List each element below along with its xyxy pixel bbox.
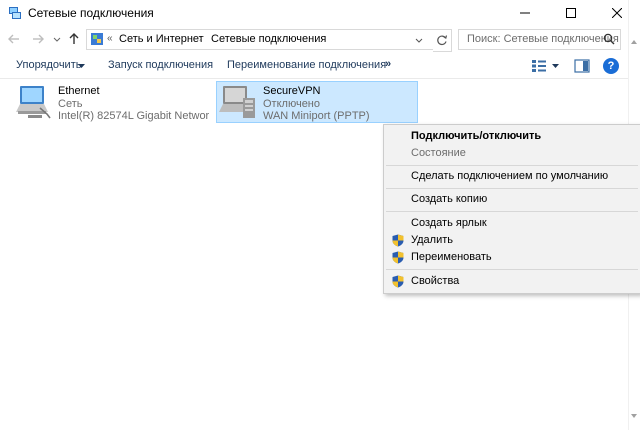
connection-name: SecureVPN [263,85,321,97]
menu-item-label: Переименовать [411,251,492,263]
search-icon [603,33,615,45]
vpn-adapter-icon [219,86,255,118]
view-dropdown-icon[interactable] [552,64,559,69]
menu-separator [386,211,638,212]
connection-item-ethernet[interactable]: Ethernet Сеть Intel(R) 82574L Gigabit Ne… [12,82,212,122]
address-bar[interactable]: « Сеть и Интернет › Сетевые подключения [86,29,434,50]
breadcrumb-separator-icon[interactable]: › [199,33,202,44]
menu-item-status: Состояние [384,145,640,162]
menu-item-label: Подключить/отключить [411,130,542,142]
menu-item-connect-disconnect[interactable]: Подключить/отключить [384,128,640,145]
back-arrow-icon[interactable] [6,31,22,47]
menu-item-create-copy[interactable]: Создать копию [384,191,640,208]
rename-connection-button[interactable]: Переименование подключения [227,59,386,71]
menu-item-create-shortcut[interactable]: Создать ярлык [384,215,640,232]
refresh-button[interactable] [433,29,452,52]
search-placeholder: Поиск: Сетевые подключения [467,33,619,45]
menu-separator [386,188,638,189]
menu-item-set-default[interactable]: Сделать подключением по умолчанию [384,168,640,185]
menu-item-label: Создать ярлык [411,217,487,229]
menu-separator [386,269,638,270]
menu-item-label: Создать копию [411,193,488,205]
recent-locations-chevron-icon[interactable] [52,31,62,47]
uac-shield-icon [392,275,404,288]
connection-name: Ethernet [58,85,100,97]
connection-device: Intel(R) 82574L Gigabit Network C... [58,110,210,122]
preview-pane-icon[interactable] [574,59,590,73]
maximize-icon [566,8,576,18]
menu-item-delete[interactable]: Удалить [384,232,640,249]
scroll-up-icon[interactable] [630,38,638,46]
context-menu: Подключить/отключить Состояние Сделать п… [383,124,640,294]
uac-shield-icon [392,251,404,264]
connection-status: Отключено [263,98,320,110]
scroll-down-icon[interactable] [630,412,638,420]
forward-arrow-icon[interactable] [30,31,46,47]
menu-item-label: Сделать подключением по умолчанию [411,170,609,182]
organize-button[interactable]: Упорядочить [16,59,81,71]
menu-item-properties[interactable]: Свойства [384,273,640,290]
change-view-icon[interactable] [531,59,547,73]
command-bar: Упорядочить Запуск подключения Переимено… [0,55,628,79]
window-title: Сетевые подключения [28,6,154,20]
start-connection-button[interactable]: Запуск подключения [108,59,213,71]
minimize-button[interactable] [502,0,548,26]
uac-shield-icon [392,234,404,247]
title-bar: Сетевые подключения [0,0,640,26]
network-connections-icon [9,7,21,19]
overflow-chevron-icon[interactable]: « [107,33,113,44]
minimize-icon [520,12,530,14]
breadcrumb-network-internet[interactable]: Сеть и Интернет [119,33,204,45]
up-arrow-icon[interactable] [66,31,82,47]
more-commands-button[interactable]: » [385,58,391,70]
menu-item-label: Свойства [411,275,460,287]
connection-device: WAN Miniport (PPTP) [263,110,370,122]
connection-item-securevpn[interactable]: SecureVPN Отключено WAN Miniport (PPTP) [216,81,418,123]
control-panel-icon [91,33,103,45]
menu-item-label: Удалить [411,234,453,246]
help-icon[interactable]: ? [603,58,619,74]
menu-item-label: Состояние [411,147,466,159]
breadcrumb-network-connections[interactable]: Сетевые подключения [211,33,326,45]
menu-separator [386,165,638,166]
address-dropdown-icon[interactable] [413,34,425,46]
refresh-icon [437,35,448,46]
ethernet-adapter-icon [16,86,51,119]
close-icon [612,8,622,18]
maximize-button[interactable] [548,0,594,26]
search-input[interactable]: Поиск: Сетевые подключения [458,29,621,50]
organize-dropdown-icon[interactable] [78,64,85,69]
navigation-bar: « Сеть и Интернет › Сетевые подключения … [0,26,640,52]
menu-item-rename[interactable]: Переименовать [384,249,640,266]
connection-status: Сеть [58,98,83,110]
